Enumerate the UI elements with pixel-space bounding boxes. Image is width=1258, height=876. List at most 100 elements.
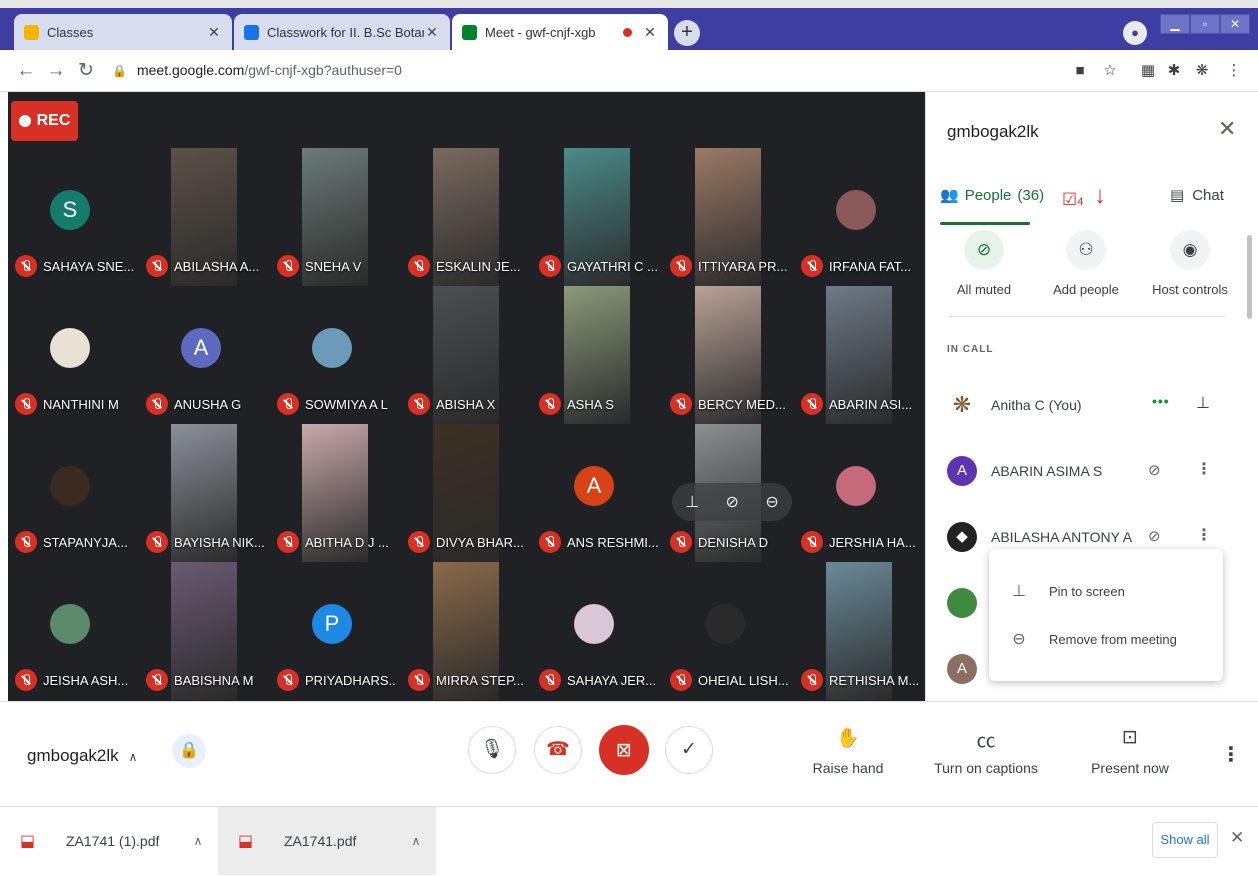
avatar <box>947 588 977 618</box>
remove-from-meeting-item[interactable]: ⊖ Remove from meeting <box>989 619 1223 659</box>
tab-people[interactable]: 👥 People (36) <box>940 186 1044 205</box>
participant-name: GAYATHRI C ... <box>567 259 659 274</box>
tab-meet[interactable]: Meet - gwf-cnjf-xgb ✕ <box>452 14 668 50</box>
participant-name: ANUSHA G <box>174 397 242 412</box>
participant-tile[interactable]: STAPANYJA... <box>8 424 139 562</box>
captions-button[interactable]: ㏄ Turn on captions <box>916 726 1056 776</box>
participant-tile[interactable]: BERCY MED... <box>663 286 794 424</box>
participant-tile[interactable]: ASHA S <box>532 286 663 424</box>
address-bar: ← → ↻ 🔒 meet.google.com/gwf-cnjf-xgb?auth… <box>0 50 1258 92</box>
participant-tile[interactable]: IRFANA FAT... <box>794 148 925 286</box>
forward-icon[interactable]: → <box>44 59 68 83</box>
participant-tile[interactable]: OHEIAL LISH... <box>663 562 794 700</box>
tab-classwork[interactable]: Classwork for II. B.Sc Botany Allie ✕ <box>234 14 450 50</box>
download-item[interactable]: ⬓ ZA1741.pdf ∧ <box>218 807 436 875</box>
reload-icon[interactable]: ↻ <box>74 59 98 83</box>
avatar <box>705 604 745 644</box>
all-muted-label: All muted <box>956 282 1012 297</box>
tab-chat[interactable]: ▤ Chat <box>1170 186 1224 205</box>
host-controls-label: Host controls <box>1152 282 1228 297</box>
extensions-puzzle-icon[interactable]: ✱ <box>1162 59 1186 83</box>
participant-tile[interactable]: ABILASHA A... <box>139 148 270 286</box>
participant-row[interactable]: A ABARIN ASIMA S ⊘ ⋮ <box>926 444 1246 500</box>
more-options-icon[interactable]: ⋮ <box>1196 525 1212 545</box>
download-item[interactable]: ⬓ ZA1741 (1).pdf ∧ <box>0 807 218 875</box>
profile-icon[interactable]: ● <box>1123 21 1147 45</box>
participant-tile[interactable]: ABITHA D J ... <box>270 424 401 562</box>
download-filename: ZA1741.pdf <box>284 833 357 849</box>
participant-tile[interactable]: BABISHNA M <box>139 562 270 700</box>
participant-tile[interactable]: MIRRA STEP... <box>401 562 532 700</box>
add-people-button[interactable]: ⚇ Add people <box>1036 230 1136 297</box>
pin-icon[interactable]: ⊥ <box>685 492 699 512</box>
panel-scrollbar[interactable] <box>1247 235 1252 319</box>
mic-button[interactable]: 🎙 <box>468 726 516 774</box>
participant-tile[interactable]: S SAHAYA SNE... <box>8 148 139 286</box>
pin-icon: ⊥ <box>1012 583 1026 600</box>
pdf-file-icon: ⬓ <box>20 833 36 850</box>
participant-tile[interactable]: SAHAYA JER... <box>532 562 663 700</box>
participant-name: ABITHA D J ... <box>305 535 389 550</box>
participant-tile[interactable]: NANTHINI M <box>8 286 139 424</box>
participant-row[interactable]: ❋ Anitha C (You) ••• ⊥ <box>926 378 1246 434</box>
avatar <box>574 604 614 644</box>
participant-tile[interactable]: JERSHIA HA... <box>794 424 925 562</box>
participant-tile[interactable]: DIVYA BHAR... <box>401 424 532 562</box>
minimize-button[interactable]: ▁ <box>1160 14 1190 34</box>
participant-tile[interactable]: ABISHA X <box>401 286 532 424</box>
pin-to-screen-item[interactable]: ⊥ Pin to screen <box>989 571 1223 611</box>
close-downloads-icon[interactable]: ✕ <box>1230 828 1244 848</box>
leave-call-button[interactable]: ☎ <box>534 726 582 774</box>
tab-classes[interactable]: Classes ✕ <box>14 14 232 50</box>
mic-off-icon[interactable]: ⊘ <box>726 492 739 512</box>
raise-hand-button[interactable]: ✋ Raise hand <box>778 726 918 776</box>
new-tab-button[interactable]: + <box>674 20 700 46</box>
tab-close-icon[interactable]: ✕ <box>206 24 222 41</box>
participant-tile[interactable]: A ANUSHA G <box>139 286 270 424</box>
tab-close-icon[interactable]: ✕ <box>642 24 658 41</box>
participant-name: DIVYA BHAR... <box>436 535 524 550</box>
url-field[interactable]: 🔒 meet.google.com/gwf-cnjf-xgb?authuser=0 <box>112 62 402 78</box>
maximize-button[interactable]: ▫ <box>1190 14 1220 34</box>
close-window-button[interactable]: ✕ <box>1220 14 1250 34</box>
participant-tile[interactable]: SNEHA V <box>270 148 401 286</box>
participant-name: STAPANYJA... <box>43 535 128 550</box>
chevron-up-icon[interactable]: ∧ <box>396 834 436 848</box>
participant-tile[interactable]: P PRIYADHARS... <box>270 562 401 700</box>
pin-icon[interactable]: ⊥ <box>1196 393 1210 413</box>
avatar <box>50 466 90 506</box>
meeting-details-button[interactable]: gmbogak2lk ∧ <box>27 746 137 766</box>
more-options-icon[interactable]: ⋮ <box>1221 742 1241 767</box>
participant-tile[interactable]: ESKALIN JE... <box>401 148 532 286</box>
avatar: A <box>181 328 221 368</box>
participant-tile[interactable]: GAYATHRI C ... <box>532 148 663 286</box>
profile-beetle-icon[interactable]: ❋ <box>1190 59 1214 83</box>
participant-tile[interactable]: ABARIN ASI... <box>794 286 925 424</box>
tab-close-icon[interactable]: ✕ <box>424 24 440 41</box>
participant-tile[interactable]: SOWMIYA A L <box>270 286 401 424</box>
mic-muted-icon <box>146 669 168 691</box>
back-icon[interactable]: ← <box>14 59 38 83</box>
camera-icon[interactable]: ■ <box>1068 59 1092 83</box>
participant-tile[interactable]: RETHISHA M... <box>794 562 925 700</box>
remove-icon[interactable]: ⊖ <box>765 492 778 512</box>
participant-name: SNEHA V <box>305 259 362 274</box>
checkmark-button[interactable]: ✓ <box>665 726 713 774</box>
bookmark-star-icon[interactable]: ☆ <box>1098 59 1122 83</box>
participant-tile[interactable]: BAYISHA NIK... <box>139 424 270 562</box>
host-controls-button[interactable]: ◉ Host controls <box>1140 230 1240 297</box>
grid-extension-icon[interactable]: ▦ <box>1136 59 1160 83</box>
show-all-button[interactable]: Show all <box>1152 822 1218 858</box>
chrome-menu-icon[interactable]: ⋮ <box>1222 59 1246 83</box>
more-options-icon[interactable]: ⋮ <box>1196 459 1212 479</box>
chevron-up-icon[interactable]: ∧ <box>178 834 218 848</box>
close-panel-icon[interactable]: ✕ <box>1218 116 1236 142</box>
participant-tile[interactable]: ITTIYARA PR... <box>663 148 794 286</box>
participant-tile[interactable]: A ANS RESHMI... <box>532 424 663 562</box>
camera-off-button[interactable]: ⊠ <box>599 725 649 775</box>
participant-tile[interactable]: JEISHA ASH... <box>8 562 139 700</box>
present-now-button[interactable]: ⊡ Present now <box>1060 726 1200 776</box>
all-muted-button[interactable]: ⊘ All muted <box>934 230 1034 297</box>
captions-label: Turn on captions <box>934 760 1038 776</box>
security-shield-icon[interactable]: 🔒 <box>172 734 206 768</box>
